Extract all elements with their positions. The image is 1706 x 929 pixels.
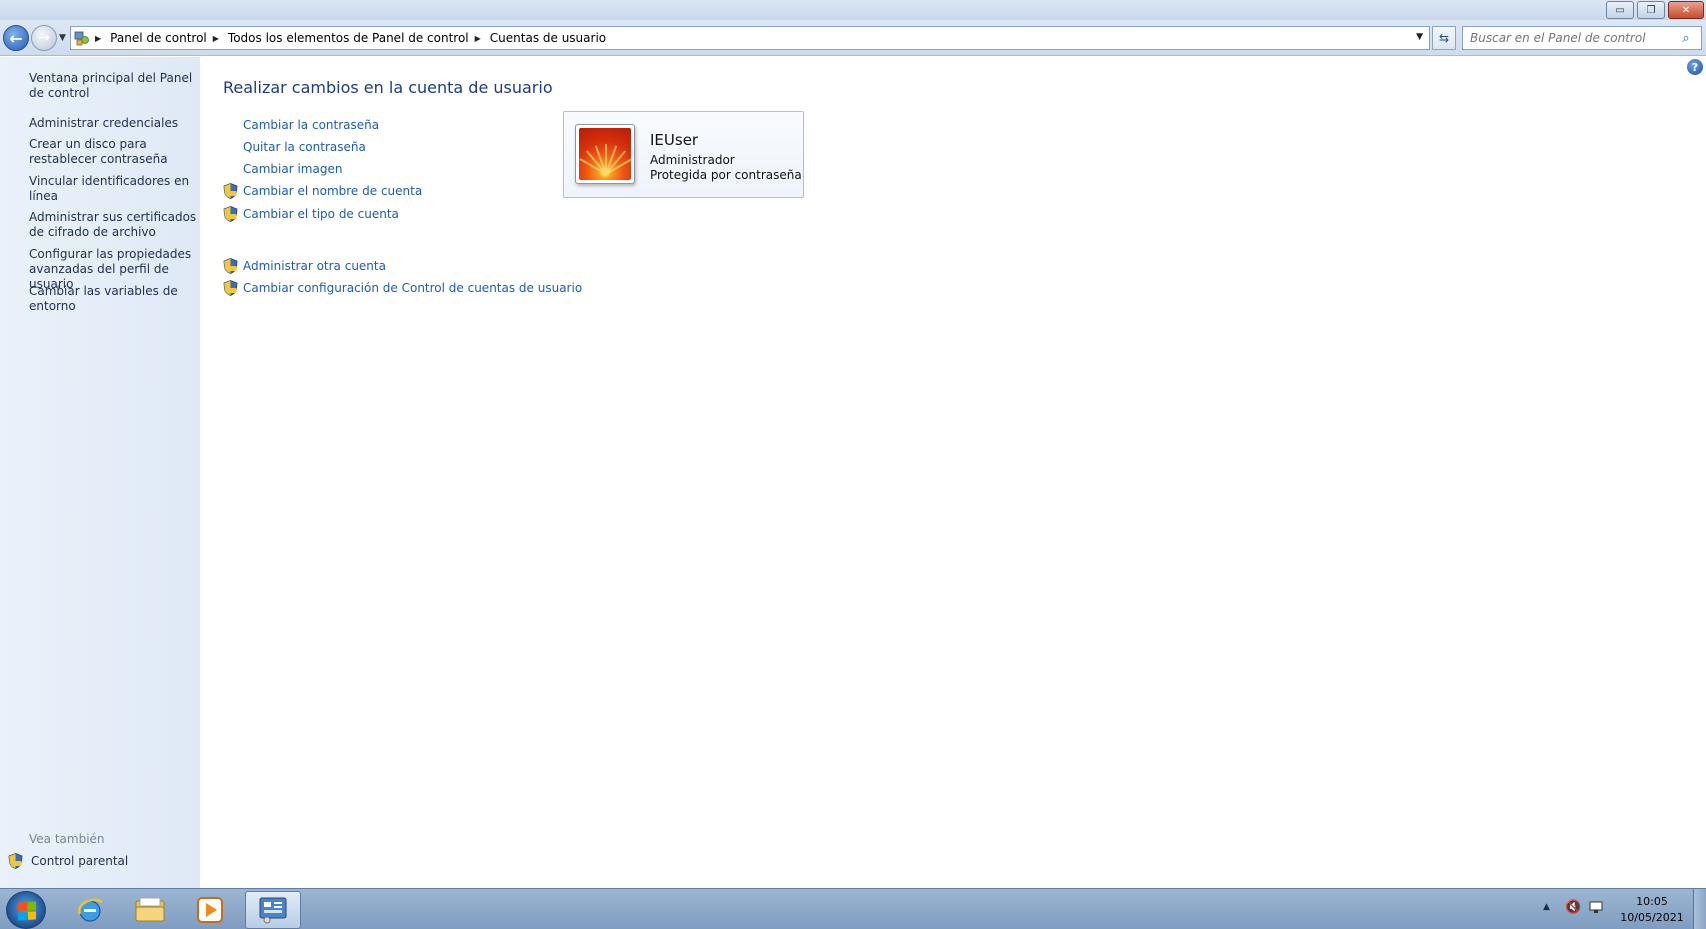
chevron-down-icon: ▼ bbox=[59, 33, 66, 43]
forward-button[interactable]: → bbox=[31, 25, 57, 51]
taskbar: ▲ 🔇 10:05 10/05/2021 bbox=[0, 888, 1706, 929]
breadcrumb-item-user-accounts[interactable]: Cuentas de usuario bbox=[490, 31, 606, 45]
page-title: Realizar cambios en la cuenta de usuario bbox=[223, 78, 553, 97]
breadcrumb-item-all-elements[interactable]: Todos los elementos de Panel de control … bbox=[228, 31, 490, 45]
breadcrumb-separator-icon[interactable]: ▶ bbox=[95, 34, 101, 43]
refresh-icon: ⇆ bbox=[1438, 31, 1450, 45]
uac-shield-icon bbox=[223, 280, 238, 296]
sidebar-item-password-reset-disk[interactable]: Crear un disco para restablecer contrase… bbox=[29, 137, 197, 167]
parental-control-label: Control parental bbox=[31, 854, 129, 868]
taskbar-windows-explorer[interactable] bbox=[122, 891, 178, 929]
task-link[interactable]: Cambiar configuración de Control de cuen… bbox=[243, 281, 582, 295]
forward-arrow-icon: → bbox=[38, 30, 50, 46]
restore-button[interactable]: ❐ bbox=[1637, 1, 1665, 19]
help-icon[interactable]: ? bbox=[1687, 59, 1703, 75]
search-box: ⌕ bbox=[1462, 26, 1702, 50]
restore-icon: ❐ bbox=[1646, 4, 1656, 16]
clock-date: 10/05/2021 bbox=[1620, 911, 1684, 924]
task-link[interactable]: Cambiar el nombre de cuenta bbox=[243, 184, 422, 198]
task-change-picture[interactable]: Cambiar imagen bbox=[223, 161, 342, 177]
folder-icon bbox=[135, 897, 165, 922]
uac-shield-icon bbox=[223, 258, 238, 274]
uac-shield-icon bbox=[223, 206, 238, 222]
uac-shield-icon bbox=[223, 183, 238, 199]
taskbar-media-player[interactable] bbox=[182, 891, 238, 929]
see-also-heading: Vea también bbox=[29, 832, 105, 846]
taskbar-control-panel[interactable] bbox=[245, 891, 301, 929]
back-arrow-icon: ← bbox=[9, 28, 23, 48]
task-link[interactable]: Cambiar la contraseña bbox=[243, 118, 379, 132]
task-link[interactable]: Cambiar el tipo de cuenta bbox=[243, 207, 399, 221]
user-role: Administrador bbox=[650, 153, 735, 167]
start-button[interactable] bbox=[6, 891, 46, 929]
flower-avatar-image bbox=[579, 128, 631, 180]
refresh-button[interactable]: ⇆ bbox=[1432, 26, 1456, 50]
breadcrumb-separator-icon[interactable]: ▶ bbox=[475, 34, 481, 43]
breadcrumb-separator-icon[interactable]: ▶ bbox=[213, 34, 219, 43]
user-name: IEUser bbox=[650, 131, 699, 149]
network-icon[interactable] bbox=[1588, 899, 1604, 918]
user-protection-status: Protegida por contraseña bbox=[650, 168, 802, 182]
search-input[interactable] bbox=[1463, 31, 1675, 45]
task-remove-password[interactable]: Quitar la contraseña bbox=[223, 139, 366, 155]
title-bar: ▭ ❐ ✕ bbox=[0, 0, 1706, 20]
breadcrumb-item-panel[interactable]: Panel de control ▶ bbox=[110, 31, 228, 45]
task-link[interactable]: Cambiar imagen bbox=[243, 162, 342, 176]
avatar bbox=[575, 124, 635, 184]
close-icon: ✕ bbox=[1681, 4, 1691, 16]
control-panel-icon bbox=[71, 27, 93, 49]
volume-muted-icon[interactable]: 🔇 bbox=[1565, 900, 1581, 915]
show-hidden-icons-button[interactable]: ▲ bbox=[1543, 902, 1550, 912]
breadcrumb-label: Todos los elementos de Panel de control bbox=[227, 31, 469, 45]
main-content: ? Realizar cambios en la cuenta de usuar… bbox=[200, 57, 1706, 888]
left-pane: Ventana principal del Panel de control A… bbox=[0, 57, 200, 888]
media-player-icon bbox=[197, 897, 223, 923]
breadcrumb-label: Panel de control bbox=[110, 31, 207, 45]
search-icon[interactable]: ⌕ bbox=[1675, 31, 1697, 46]
clock-time: 10:05 bbox=[1636, 895, 1668, 908]
address-bar[interactable]: ▶ Panel de control ▶ Todos los elementos… bbox=[70, 26, 1430, 50]
minimize-button[interactable]: ▭ bbox=[1606, 1, 1634, 19]
system-clock[interactable]: 10:05 10/05/2021 bbox=[1617, 894, 1687, 926]
task-uac-settings[interactable]: Cambiar configuración de Control de cuen… bbox=[223, 280, 582, 296]
task-change-account-type[interactable]: Cambiar el tipo de cuenta bbox=[223, 206, 399, 222]
sidebar-item-manage-credentials[interactable]: Administrar credenciales bbox=[29, 116, 197, 131]
navigation-bar: ← → ▼ ▶ Panel de control ▶ Todos los ele… bbox=[0, 20, 1706, 56]
parental-control-link[interactable]: Control parental bbox=[8, 853, 128, 869]
task-manage-another-account[interactable]: Administrar otra cuenta bbox=[223, 258, 386, 274]
minimize-icon: ▭ bbox=[1615, 4, 1625, 16]
back-button[interactable]: ← bbox=[3, 25, 29, 51]
taskbar-internet-explorer[interactable] bbox=[62, 891, 118, 929]
user-account-card: IEUser Administrador Protegida por contr… bbox=[563, 111, 804, 198]
recent-pages-dropdown[interactable]: ▼ bbox=[59, 33, 66, 43]
breadcrumb-label: Cuentas de usuario bbox=[489, 31, 607, 45]
internet-explorer-icon bbox=[78, 898, 103, 922]
task-change-password[interactable]: Cambiar la contraseña bbox=[223, 117, 379, 133]
show-desktop-button[interactable] bbox=[1693, 889, 1706, 929]
sidebar-item-environment-variables[interactable]: Cambiar las variables de entorno bbox=[29, 284, 197, 314]
task-link[interactable]: Quitar la contraseña bbox=[243, 140, 366, 154]
task-link[interactable]: Administrar otra cuenta bbox=[243, 259, 386, 273]
sidebar-item-control-panel-home[interactable]: Ventana principal del Panel de control bbox=[29, 71, 197, 101]
sidebar-item-file-encryption-certificates[interactable]: Administrar sus certificados de cifrado … bbox=[29, 210, 197, 240]
windows-logo-icon bbox=[18, 901, 36, 921]
close-button[interactable]: ✕ bbox=[1668, 1, 1704, 19]
control-panel-icon bbox=[259, 897, 287, 924]
sidebar-item-link-online-ids[interactable]: Vincular identificadores en línea bbox=[29, 174, 197, 204]
address-dropdown-icon[interactable]: ▼ bbox=[1416, 32, 1423, 42]
uac-shield-icon bbox=[8, 853, 23, 869]
task-change-account-name[interactable]: Cambiar el nombre de cuenta bbox=[223, 183, 422, 199]
